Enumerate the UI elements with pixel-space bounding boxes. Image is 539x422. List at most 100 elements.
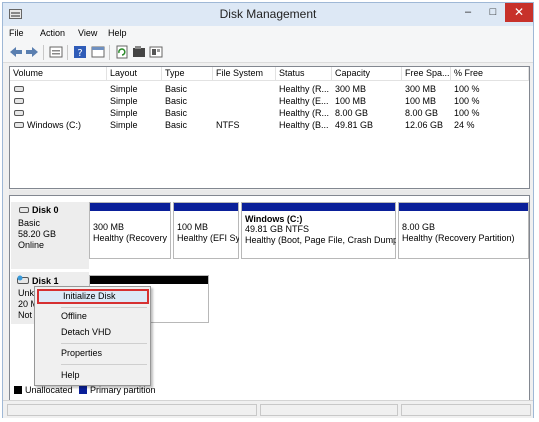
- partition-status: Healthy (EFI Sy: [177, 233, 239, 243]
- volume-percent-free: 100 %: [454, 84, 480, 94]
- primary-partition-bar: [174, 203, 238, 211]
- disk-icon: [19, 207, 29, 213]
- detach-vhd-menu-item[interactable]: Detach VHD: [37, 325, 149, 340]
- volume-name: [27, 83, 107, 95]
- column-header-layout[interactable]: Layout: [107, 67, 162, 81]
- volume-layout: Simple: [110, 108, 138, 118]
- volume-status: Healthy (E...: [279, 96, 329, 106]
- settings-icon[interactable]: [149, 45, 163, 59]
- volume-capacity: 49.81 GB: [335, 120, 374, 130]
- volume-status: Healthy (R...: [279, 108, 330, 118]
- primary-partition-bar: [90, 203, 170, 211]
- menu-separator: [61, 364, 147, 365]
- offline-menu-item[interactable]: Offline: [37, 309, 149, 324]
- volume-type: Basic: [165, 84, 188, 94]
- volume-disk-icon: [14, 98, 24, 104]
- partition-status: Healthy (Recovery Partition): [402, 233, 515, 243]
- partition-size: 8.00 GB: [402, 222, 436, 232]
- title-bar: Disk Management – □ ✕: [3, 3, 533, 26]
- disk-0-label[interactable]: Disk 0 Basic 58.20 GB Online: [11, 202, 89, 269]
- menu-view[interactable]: View: [78, 28, 97, 38]
- status-segment: [7, 404, 257, 416]
- disk-list-icon[interactable]: [49, 45, 63, 59]
- close-button[interactable]: ✕: [505, 3, 533, 22]
- properties-menu-item[interactable]: Properties: [37, 346, 149, 361]
- volume-disk-icon: [14, 86, 24, 92]
- back-arrow-icon[interactable]: [9, 45, 23, 59]
- volume-percent-free: 24 %: [454, 120, 475, 130]
- disk-context-menu: Initialize Disk Offline Detach VHD Prope…: [34, 286, 151, 386]
- partition-recovery-300mb[interactable]: 300 MB Healthy (Recovery: [89, 202, 171, 259]
- volume-file-system: NTFS: [216, 120, 240, 130]
- properties-icon[interactable]: [91, 45, 105, 59]
- refresh-icon[interactable]: [115, 45, 129, 59]
- disk-0-type: Basic: [18, 218, 41, 228]
- initialize-disk-menu-item[interactable]: Initialize Disk: [37, 289, 149, 304]
- menu-file[interactable]: File: [9, 28, 24, 38]
- menu-action[interactable]: Action: [40, 28, 65, 38]
- volume-disk-icon: [14, 122, 24, 128]
- volume-free-space: 12.06 GB: [405, 120, 444, 130]
- help-icon[interactable]: ?: [73, 45, 87, 59]
- volume-percent-free: 100 %: [454, 108, 480, 118]
- uninitialized-disk-icon: [17, 275, 29, 284]
- partition-status: Healthy (Boot, Page File, Crash Dump,: [245, 235, 396, 245]
- volume-capacity: 300 MB: [335, 84, 367, 94]
- column-header-free-space[interactable]: Free Spa...: [402, 67, 451, 81]
- volume-capacity: 8.00 GB: [335, 108, 369, 118]
- volume-disk-icon: [14, 110, 24, 116]
- column-header-type[interactable]: Type: [162, 67, 213, 81]
- partition-windows-c[interactable]: Windows (C:) 49.81 GB NTFS Healthy (Boot…: [241, 202, 396, 259]
- volume-status: Healthy (B...: [279, 120, 329, 130]
- toolbar-separator: [67, 45, 68, 60]
- disk-0-name: Disk 0: [32, 205, 59, 215]
- menu-help[interactable]: Help: [108, 28, 127, 38]
- partition-title: Windows (C:): [245, 214, 303, 224]
- partition-efi-100mb[interactable]: 100 MB Healthy (EFI Sy: [173, 202, 239, 259]
- maximize-button[interactable]: □: [481, 3, 505, 22]
- volume-free-space: 300 MB: [405, 84, 437, 94]
- disk-0-size: 58.20 GB: [18, 229, 57, 239]
- minimize-button[interactable]: –: [455, 3, 481, 22]
- console-icon[interactable]: [132, 45, 146, 59]
- partition-size: 49.81 GB NTFS: [245, 224, 310, 234]
- primary-partition-bar: [242, 203, 395, 211]
- volume-layout: Simple: [110, 84, 138, 94]
- legend-swatch-primary: [79, 386, 87, 394]
- column-header-capacity[interactable]: Capacity: [332, 67, 402, 81]
- partition-size: 300 MB: [93, 222, 125, 232]
- volume-list[interactable]: Volume Layout Type File System Status Ca…: [9, 66, 530, 189]
- toolbar-separator: [109, 45, 110, 60]
- column-header-percent-free[interactable]: % Free: [451, 67, 529, 81]
- volume-name: [27, 95, 107, 107]
- column-header-volume[interactable]: Volume: [10, 67, 107, 81]
- volume-free-space: 8.00 GB: [405, 108, 439, 118]
- unallocated-bar: [90, 276, 208, 284]
- forward-arrow-icon[interactable]: [25, 45, 39, 59]
- toolbar-separator: [43, 45, 44, 60]
- volume-type: Basic: [165, 108, 188, 118]
- status-bar: [3, 400, 533, 418]
- volume-name: [27, 107, 107, 119]
- partition-recovery-8gb[interactable]: 8.00 GB Healthy (Recovery Partition): [398, 202, 529, 259]
- column-header-file-system[interactable]: File System: [213, 67, 276, 81]
- menu-separator: [61, 307, 147, 308]
- volume-type: Basic: [165, 96, 188, 106]
- volume-free-space: 100 MB: [405, 96, 437, 106]
- window-title: Disk Management: [219, 7, 317, 21]
- column-header-status[interactable]: Status: [276, 67, 332, 81]
- volume-layout: Simple: [110, 120, 138, 130]
- volume-type: Basic: [165, 120, 188, 130]
- partition-status: Healthy (Recovery: [93, 233, 168, 243]
- toolbar: ?: [3, 42, 533, 63]
- status-segment: [401, 404, 531, 416]
- volume-layout: Simple: [110, 96, 138, 106]
- volume-capacity: 100 MB: [335, 96, 367, 106]
- disk-1-name: Disk 1: [32, 276, 59, 286]
- menu-bar: File Action View Help: [3, 26, 533, 42]
- disk-0-state: Online: [18, 240, 45, 250]
- volume-name: Windows (C:): [27, 120, 82, 130]
- help-menu-item[interactable]: Help: [37, 368, 149, 383]
- status-segment: [260, 404, 398, 416]
- svg-text:?: ?: [77, 48, 82, 59]
